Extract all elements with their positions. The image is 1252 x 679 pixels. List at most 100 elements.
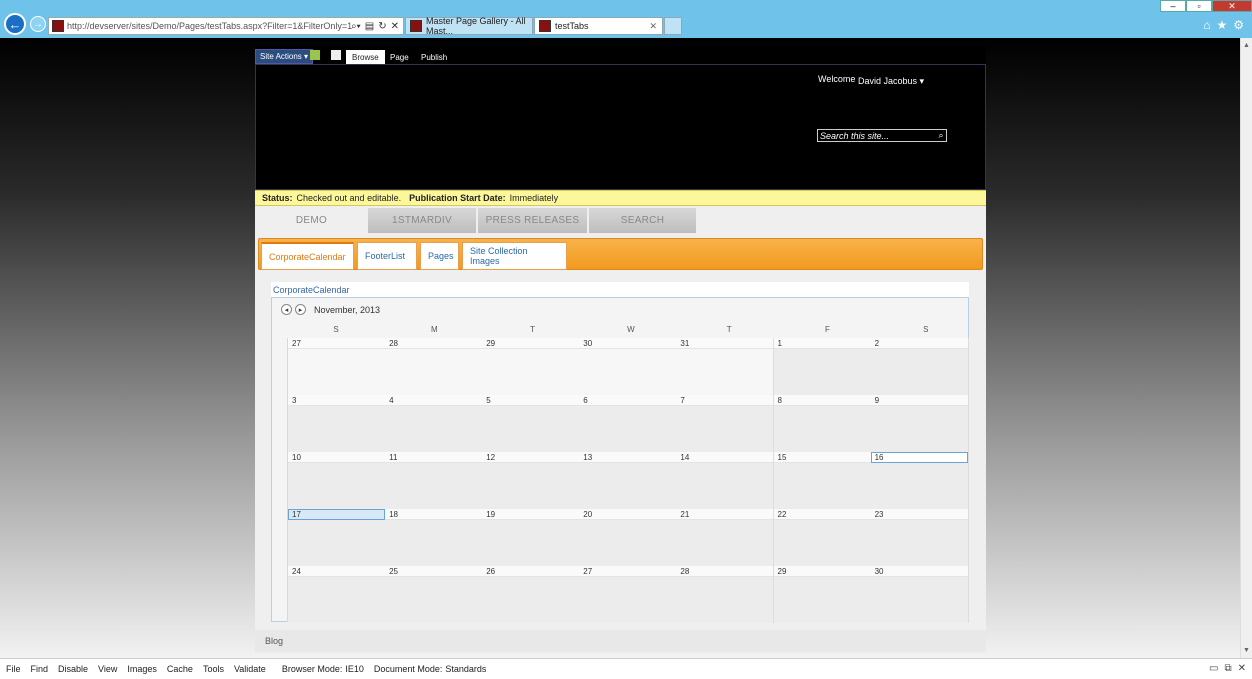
calendar-day-header[interactable] <box>385 395 483 406</box>
next-month-icon[interactable]: ▸ <box>295 304 306 315</box>
calendar-day-header[interactable] <box>870 338 968 349</box>
tab-close-icon[interactable]: ✕ <box>649 21 662 32</box>
calendar-day-header[interactable] <box>385 452 483 463</box>
calendar-day-cell[interactable]: 24 <box>288 566 386 623</box>
tab-site-collection-images[interactable]: Site Collection Images <box>462 242 567 270</box>
vertical-scrollbar[interactable]: ▲ ▼ <box>1240 38 1252 658</box>
calendar-day-cell[interactable]: 17 <box>288 509 386 566</box>
menu-view[interactable]: View <box>98 664 117 674</box>
ribbon-tab-page[interactable]: Page <box>384 50 415 64</box>
calendar-day-cell[interactable]: 22 <box>773 509 872 566</box>
address-bar[interactable]: http://devserver/sites/Demo/Pages/testTa… <box>48 17 404 35</box>
calendar-day-header[interactable] <box>676 395 774 406</box>
browser-tab-testtabs[interactable]: testTabs ✕ <box>534 17 663 35</box>
menu-find[interactable]: Find <box>31 664 49 674</box>
close-window-button[interactable]: ✕ <box>1212 0 1252 12</box>
footer-blog-link[interactable]: Blog <box>255 630 986 652</box>
calendar-day-cell[interactable]: 23 <box>870 509 969 566</box>
compat-view-icon[interactable]: ▤ <box>365 21 374 32</box>
calendar-day-cell[interactable]: 11 <box>385 452 484 509</box>
calendar-day-header[interactable] <box>288 452 385 463</box>
calendar-day-header[interactable] <box>482 395 580 406</box>
search-icon[interactable]: ⌕ <box>936 130 946 141</box>
menu-validate[interactable]: Validate <box>234 664 266 674</box>
calendar-day-cell[interactable]: 27 <box>579 566 678 623</box>
calendar-day-header[interactable] <box>288 566 385 577</box>
calendar-day-header[interactable] <box>482 452 580 463</box>
calendar-day-cell[interactable]: 10 <box>288 452 386 509</box>
calendar-day-cell[interactable]: 30 <box>870 566 969 623</box>
restore-button[interactable]: ▫ <box>1186 0 1212 12</box>
calendar-day-header[interactable] <box>870 566 968 577</box>
calendar-day-header[interactable] <box>773 509 871 520</box>
calendar-day-header[interactable] <box>773 338 871 349</box>
tab-pages[interactable]: Pages <box>420 242 459 270</box>
calendar-day-header[interactable] <box>579 566 677 577</box>
calendar-day-cell[interactable]: 7 <box>676 395 775 452</box>
calendar-day-header[interactable] <box>676 509 774 520</box>
close-devtools-icon[interactable]: ✕ <box>1238 663 1246 674</box>
calendar-day-header[interactable] <box>482 509 580 520</box>
calendar-day-cell[interactable]: 28 <box>385 338 484 395</box>
search-icon[interactable]: ⌕▾ <box>351 21 361 32</box>
edit-page-icon[interactable] <box>331 50 341 60</box>
calendar-day-header[interactable] <box>288 338 385 349</box>
calendar-day-cell[interactable]: 8 <box>773 395 872 452</box>
scroll-down-icon[interactable]: ▼ <box>1243 647 1250 654</box>
menu-disable[interactable]: Disable <box>58 664 88 674</box>
calendar-day-header[interactable] <box>385 509 483 520</box>
previous-month-icon[interactable]: ◂ <box>281 304 292 315</box>
webpart-title[interactable]: CorporateCalendar <box>271 282 969 297</box>
calendar-day-cell[interactable]: 26 <box>482 566 581 623</box>
calendar-day-cell[interactable]: 29 <box>482 338 581 395</box>
minimize-devtools-icon[interactable]: ▭ <box>1209 663 1218 674</box>
calendar-day-cell[interactable]: 25 <box>385 566 484 623</box>
calendar-day-header[interactable] <box>385 338 483 349</box>
browser-tab-master-page-gallery[interactable]: Master Page Gallery - All Mast... <box>405 16 533 36</box>
calendar-day-header[interactable] <box>482 338 580 349</box>
unpin-devtools-icon[interactable]: ⧉ <box>1224 663 1231 674</box>
calendar-day-cell[interactable]: 12 <box>482 452 581 509</box>
calendar-day-header[interactable] <box>288 395 385 406</box>
calendar-day-cell[interactable]: 3 <box>288 395 386 452</box>
nav-item-search[interactable]: SEARCH <box>589 208 698 233</box>
browser-mode-value[interactable]: IE10 <box>345 664 364 674</box>
menu-cache[interactable]: Cache <box>167 664 193 674</box>
calendar-day-header[interactable] <box>870 509 968 520</box>
calendar-day-header[interactable] <box>579 452 677 463</box>
tab-footerlist[interactable]: FooterList <box>357 242 417 270</box>
calendar-day-cell[interactable]: 2 <box>870 338 969 395</box>
calendar-day-cell[interactable]: 28 <box>676 566 775 623</box>
calendar-day-cell[interactable]: 19 <box>482 509 581 566</box>
calendar-day-header[interactable] <box>773 566 871 577</box>
tab-corporatecalendar[interactable]: CorporateCalendar <box>261 242 354 270</box>
ribbon-tab-publish[interactable]: Publish <box>415 50 453 64</box>
minimize-button[interactable]: – <box>1160 0 1186 12</box>
calendar-day-cell[interactable]: 27 <box>288 338 386 395</box>
ribbon-tab-browse[interactable]: Browse <box>346 50 385 64</box>
calendar-day-header[interactable] <box>676 338 774 349</box>
calendar-day-header[interactable] <box>870 395 968 406</box>
calendar-day-header[interactable] <box>579 509 677 520</box>
site-actions-menu[interactable]: Site Actions ▾ <box>255 49 314 64</box>
nav-item-press-releases[interactable]: PRESS RELEASES <box>478 208 589 233</box>
home-icon[interactable]: ⌂ <box>1203 18 1210 32</box>
calendar-day-cell[interactable]: 13 <box>579 452 678 509</box>
calendar-day-cell[interactable]: 21 <box>676 509 775 566</box>
calendar-day-header[interactable] <box>482 566 580 577</box>
navigate-up-icon[interactable] <box>310 50 320 60</box>
close-icon[interactable]: ✕ <box>391 21 399 32</box>
calendar-day-header[interactable] <box>773 395 871 406</box>
nav-item-demo[interactable]: DEMO <box>255 208 368 233</box>
forward-arrow-icon[interactable]: → <box>30 16 46 32</box>
address-text[interactable]: http://devserver/sites/Demo/Pages/testTa… <box>67 21 351 31</box>
calendar-day-cell[interactable]: 9 <box>870 395 969 452</box>
document-mode-value[interactable]: Standards <box>445 664 486 674</box>
calendar-day-cell[interactable]: 16 <box>870 452 969 509</box>
refresh-icon[interactable]: ↻ <box>378 21 386 32</box>
calendar-day-header[interactable] <box>579 395 677 406</box>
favorites-star-icon[interactable]: ★ <box>1216 18 1227 32</box>
calendar-day-cell[interactable]: 4 <box>385 395 484 452</box>
calendar-day-header[interactable] <box>870 452 968 463</box>
calendar-day-cell[interactable]: 20 <box>579 509 678 566</box>
